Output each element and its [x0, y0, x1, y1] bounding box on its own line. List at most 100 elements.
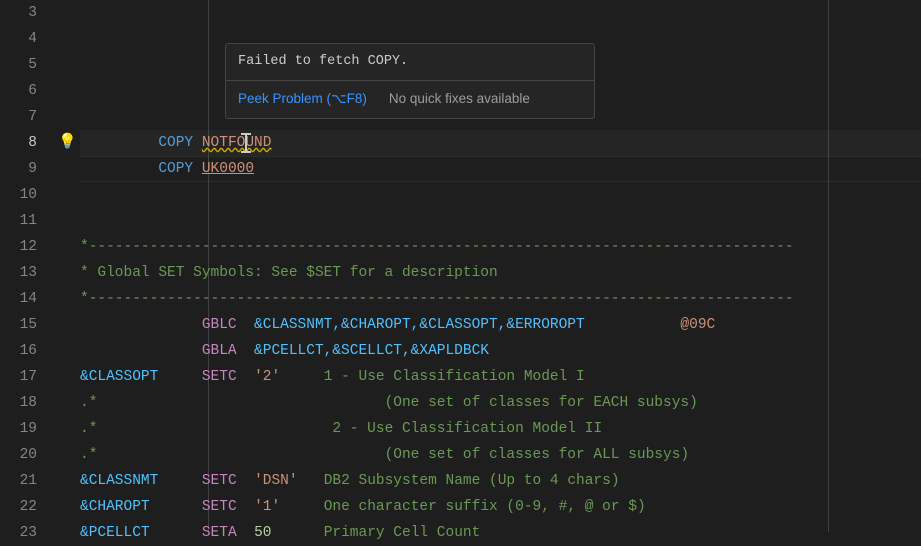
glyph-cell — [55, 494, 80, 520]
glyph-cell — [55, 364, 80, 390]
token: '2' — [254, 369, 280, 385]
code-line[interactable] — [80, 0, 921, 26]
glyph-cell — [55, 286, 80, 312]
token — [237, 473, 254, 489]
token: NOTFOUND — [202, 135, 272, 151]
hover-message: Failed to fetch COPY. — [226, 44, 594, 81]
code-line[interactable] — [80, 208, 921, 234]
token: (One set of classes for ALL subsys) — [385, 447, 690, 463]
token: &CHAROPT — [80, 499, 150, 515]
token — [150, 499, 202, 515]
token: SETC — [202, 473, 237, 489]
code-line[interactable]: COPY UK0000 — [80, 156, 921, 182]
token — [280, 369, 324, 385]
token: *---------------------------------------… — [80, 239, 794, 255]
hover-actions: Peek Problem (⌥F8) No quick fixes availa… — [226, 81, 594, 117]
token — [158, 473, 202, 489]
token: SETC — [202, 369, 237, 385]
token — [193, 135, 202, 151]
token: 2 - Use Classification Model II — [332, 421, 602, 437]
token: .* — [80, 447, 97, 463]
line-number: 10 — [0, 182, 37, 208]
line-number-gutter: 34567891011121314151617181920212223 — [0, 0, 55, 532]
code-line[interactable] — [80, 182, 921, 208]
line-number: 6 — [0, 78, 37, 104]
code-line[interactable]: GBLA &PCELLCT,&SCELLCT,&XAPLDBCK — [80, 338, 921, 364]
glyph-margin: 💡 — [55, 0, 80, 532]
peek-problem-link[interactable]: Peek Problem (⌥F8) — [238, 89, 367, 109]
code-line[interactable]: * Global SET Symbols: See $SET for a des… — [80, 260, 921, 286]
line-number: 12 — [0, 234, 37, 260]
token — [298, 473, 324, 489]
line-number: 15 — [0, 312, 37, 338]
glyph-cell — [55, 52, 80, 78]
token: COPY — [158, 161, 193, 177]
glyph-cell — [55, 78, 80, 104]
token: UK0000 — [202, 161, 254, 177]
glyph-cell — [55, 156, 80, 182]
token — [97, 421, 332, 437]
token: &CLASSNMT — [80, 473, 158, 489]
token: * Global SET Symbols: See $SET for a des… — [80, 265, 498, 281]
token: COPY — [158, 135, 193, 151]
token: GBLC — [202, 317, 237, 333]
line-number: 3 — [0, 0, 37, 26]
line-number: 13 — [0, 260, 37, 286]
token — [80, 161, 158, 177]
token: 50 — [254, 525, 271, 541]
token: '1' — [254, 499, 280, 515]
problem-hover-widget: Failed to fetch COPY. Peek Problem (⌥F8)… — [225, 43, 595, 119]
code-line[interactable]: *---------------------------------------… — [80, 234, 921, 260]
glyph-cell — [55, 520, 80, 546]
token: .* — [80, 421, 97, 437]
glyph-cell — [55, 338, 80, 364]
line-number: 7 — [0, 104, 37, 130]
line-number: 20 — [0, 442, 37, 468]
token: @09C — [680, 317, 715, 333]
glyph-cell — [55, 26, 80, 52]
token — [158, 369, 202, 385]
code-line[interactable]: &CLASSNMT SETC 'DSN' DB2 Subsystem Name … — [80, 468, 921, 494]
code-line[interactable]: COPY NOTFOUND — [80, 130, 921, 156]
lightbulb-icon[interactable]: 💡 — [58, 134, 77, 151]
token: GBLA — [202, 343, 237, 359]
code-line[interactable]: .* 2 - Use Classification Model II — [80, 416, 921, 442]
line-number: 17 — [0, 364, 37, 390]
token — [585, 317, 681, 333]
token: SETC — [202, 499, 237, 515]
token: 'DSN' — [254, 473, 298, 489]
token — [280, 499, 324, 515]
glyph-cell: 💡 — [55, 130, 80, 156]
line-number: 16 — [0, 338, 37, 364]
token: (One set of classes for EACH subsys) — [385, 395, 698, 411]
token — [237, 343, 254, 359]
token: One character suffix (0-9, #, @ or $) — [324, 499, 646, 515]
code-line[interactable]: &PCELLCT SETA 50 Primary Cell Count — [80, 520, 921, 546]
line-number: 22 — [0, 494, 37, 520]
code-line[interactable]: .* (One set of classes for EACH subsys) — [80, 390, 921, 416]
token — [237, 499, 254, 515]
glyph-cell — [55, 104, 80, 130]
line-number: 5 — [0, 52, 37, 78]
line-number: 18 — [0, 390, 37, 416]
code-line[interactable]: .* (One set of classes for ALL subsys) — [80, 442, 921, 468]
token — [97, 447, 384, 463]
token — [80, 343, 202, 359]
code-line[interactable]: GBLC &CLASSNMT,&CHAROPT,&CLASSOPT,&ERROR… — [80, 312, 921, 338]
token: DB2 Subsystem Name (Up to 4 chars) — [324, 473, 620, 489]
token — [80, 135, 158, 151]
code-line[interactable]: *---------------------------------------… — [80, 286, 921, 312]
glyph-cell — [55, 416, 80, 442]
line-number: 4 — [0, 26, 37, 52]
token: Primary Cell Count — [324, 525, 481, 541]
line-number: 8 — [0, 130, 37, 156]
code-line[interactable]: &CLASSOPT SETC '2' 1 - Use Classificatio… — [80, 364, 921, 390]
glyph-cell — [55, 442, 80, 468]
glyph-cell — [55, 182, 80, 208]
token — [150, 525, 202, 541]
token: .* — [80, 395, 97, 411]
token: &CLASSNMT,&CHAROPT,&CLASSOPT,&ERROROPT — [254, 317, 585, 333]
line-number: 9 — [0, 156, 37, 182]
glyph-cell — [55, 260, 80, 286]
code-line[interactable]: &CHAROPT SETC '1' One character suffix (… — [80, 494, 921, 520]
